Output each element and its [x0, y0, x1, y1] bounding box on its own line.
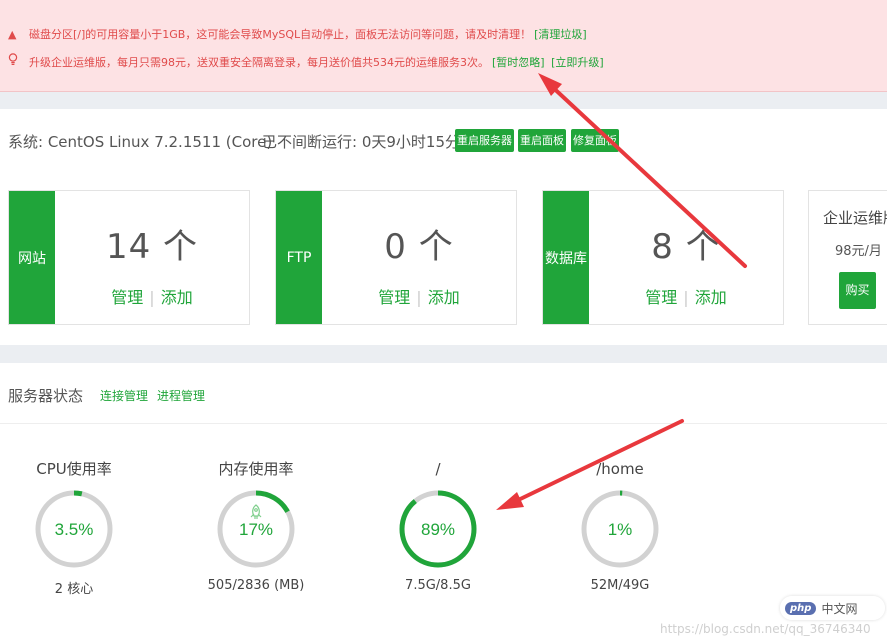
- gauge-title: /home: [596, 460, 644, 478]
- server-status-panel: 服务器状态 连接管理 进程管理 CPU使用率 3.5% 2 核心 内存使用率 1…: [0, 363, 887, 640]
- gauge-footer: 505/2836 (MB): [207, 578, 305, 593]
- website-add-link[interactable]: 添加: [161, 288, 193, 307]
- gauge-value: 3.5%: [55, 520, 94, 539]
- csdn-watermark: https://blog.csdn.net/qq_36746340: [660, 622, 871, 636]
- clean-trash-link[interactable]: [清理垃圾]: [534, 28, 587, 41]
- alert-bar: ▲ 磁盘分区[/]的可用容量小于1GB，这可能会导致MySQL自动停止，面板无法访…: [0, 0, 887, 92]
- card-count: 8 个: [651, 227, 721, 267]
- uptime-info: 已不间断运行: 0天9小时15分钟: [262, 133, 475, 151]
- card-label: 网站: [9, 191, 55, 324]
- php-logo: php: [785, 601, 817, 615]
- buy-button[interactable]: 购买: [839, 272, 876, 309]
- rocket-icon: [250, 504, 262, 519]
- card-count: 0 个: [384, 227, 454, 267]
- ftp-add-link[interactable]: 添加: [428, 288, 460, 307]
- upgrade-text: 升级企业运维版，每月只需98元，送双重安全隔离登录，每月送价值共534元的运维服…: [29, 56, 489, 69]
- ftp-card: FTP 0 个 管理 | 添加: [275, 190, 517, 325]
- card-label: FTP: [276, 191, 322, 324]
- os-info: 系统: CentOS Linux 7.2.1511 (Core): [8, 133, 273, 151]
- database-card: 数据库 8 个 管理 | 添加: [542, 190, 784, 325]
- cpu-gauge[interactable]: CPU使用率 3.5% 2 核心: [14, 458, 134, 597]
- gauge-ring: 3.5%: [35, 490, 113, 568]
- upgrade-now-link[interactable]: [立即升级]: [551, 56, 604, 69]
- gauge-value: 17%: [239, 520, 273, 539]
- gauge-value: 89%: [421, 520, 455, 539]
- database-add-link[interactable]: 添加: [695, 288, 727, 307]
- php-site-name: 中文网: [821, 601, 858, 616]
- gauge-title: 内存使用率: [218, 460, 294, 478]
- card-count: 14 个: [105, 227, 199, 267]
- gauge-ring: 17%: [217, 490, 295, 568]
- gauge-ring: 89%: [399, 490, 477, 568]
- website-card: 网站 14 个 管理 | 添加: [8, 190, 250, 325]
- website-manage-link[interactable]: 管理: [111, 288, 143, 307]
- gauge-value: 1%: [608, 520, 633, 539]
- restart-panel-button[interactable]: 重启面板: [518, 129, 566, 152]
- restart-server-button[interactable]: 重启服务器: [455, 129, 514, 152]
- ad-price: 98元/月: [835, 244, 882, 259]
- status-header: 服务器状态 连接管理 进程管理: [0, 363, 887, 424]
- enterprise-ad-card: 企业运维版 98元/月 购买: [808, 190, 887, 325]
- gauge-footer: 7.5G/8.5G: [405, 578, 471, 593]
- system-panel: 系统: CentOS Linux 7.2.1511 (Core) 已不间断运行:…: [0, 109, 887, 345]
- gauge-footer: 52M/49G: [590, 578, 650, 593]
- gauge-title: /: [435, 460, 441, 478]
- status-title: 服务器状态: [8, 387, 84, 405]
- card-label: 数据库: [543, 191, 589, 324]
- connection-manage-link[interactable]: 连接管理: [100, 387, 148, 404]
- home-disk-gauge[interactable]: /home 1% 52M/49G: [560, 458, 680, 593]
- memory-gauge[interactable]: 内存使用率 17% 505/2836 (MB): [196, 458, 316, 593]
- repair-panel-button[interactable]: 修复面板: [571, 129, 619, 152]
- upgrade-line: 升级企业运维版，每月只需98元，送双重安全隔离登录，每月送价值共534元的运维服…: [8, 53, 604, 70]
- ftp-manage-link[interactable]: 管理: [378, 288, 410, 307]
- warning-triangle-icon: ▲: [8, 28, 17, 41]
- ignore-link[interactable]: [暂时忽略]: [492, 56, 545, 69]
- ad-title: 企业运维版: [823, 209, 887, 227]
- gauge-ring: 1%: [581, 490, 659, 568]
- lightbulb-icon: [8, 53, 20, 69]
- disk-warning-line: ▲ 磁盘分区[/]的可用容量小于1GB，这可能会导致MySQL自动停止，面板无法访…: [8, 26, 587, 42]
- gauge-title: CPU使用率: [36, 460, 112, 478]
- root-disk-gauge[interactable]: / 89% 7.5G/8.5G: [378, 458, 498, 593]
- php-site-badge: php 中文网: [780, 596, 885, 620]
- disk-warning-text: 磁盘分区[/]的可用容量小于1GB，这可能会导致MySQL自动停止，面板无法访问…: [29, 28, 532, 41]
- gauge-footer: 2 核心: [54, 582, 94, 597]
- database-manage-link[interactable]: 管理: [645, 288, 677, 307]
- process-manage-link[interactable]: 进程管理: [157, 387, 205, 404]
